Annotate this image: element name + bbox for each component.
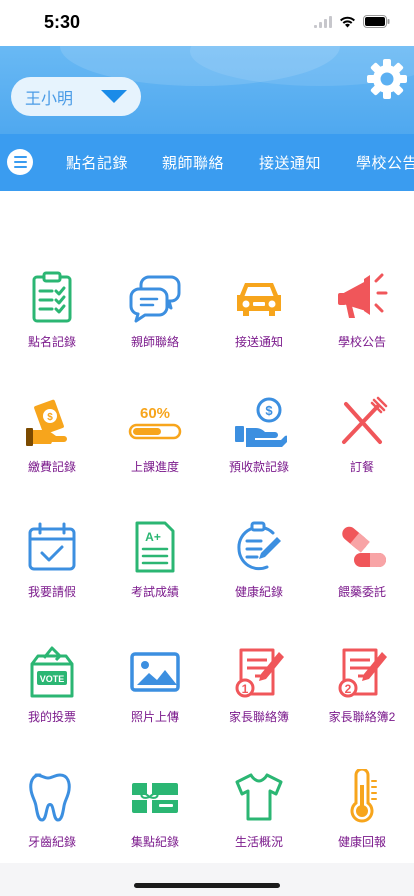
grid-item-contact-book[interactable]: 1 家長聯絡簿 xyxy=(207,644,311,725)
grid-item-announcements[interactable]: 學校公告 xyxy=(310,269,414,350)
progress-bar-icon: 60% xyxy=(128,405,182,440)
photo-icon xyxy=(130,652,180,692)
grid-item-dental[interactable]: 牙齒紀錄 xyxy=(0,769,104,850)
grid-item-label: 健康回報 xyxy=(337,835,386,849)
gift-card-icon xyxy=(132,783,178,813)
grid-item-label: 家長聯絡簿 xyxy=(228,710,289,724)
tshirt-icon xyxy=(235,773,283,821)
status-icons xyxy=(314,15,390,28)
nav-tab-attendance[interactable]: 點名記錄 xyxy=(66,152,128,173)
grid-item-contact-book-2[interactable]: 2 家長聯絡簿2 xyxy=(310,644,414,725)
home-indicator[interactable] xyxy=(134,883,280,888)
grid-item-label: 預收款記錄 xyxy=(228,460,289,474)
grid-item-label: 上課進度 xyxy=(130,460,179,474)
grid-item-label: 健康紀錄 xyxy=(234,585,283,599)
grid-item-label: 照片上傳 xyxy=(130,710,179,724)
signal-icon xyxy=(314,15,332,28)
student-selector[interactable]: 王小明 xyxy=(11,77,141,116)
grid-item-label: 餵藥委託 xyxy=(337,585,386,599)
grid-item-leave-request[interactable]: 我要請假 xyxy=(0,519,104,600)
grid-item-daily-life[interactable]: 生活概況 xyxy=(207,769,311,850)
grid-item-label: 我的投票 xyxy=(27,710,76,724)
contact-book-2-icon: 2 xyxy=(338,648,387,698)
pill-capsule-icon xyxy=(342,526,386,567)
grid-item-label: 接送通知 xyxy=(234,335,283,349)
student-name: 王小明 xyxy=(25,90,74,108)
battery-icon xyxy=(363,15,390,28)
header: 王小明 xyxy=(0,46,414,134)
tooth-icon xyxy=(29,773,71,822)
contact-book-1-icon: 1 xyxy=(235,648,284,698)
grid-item-label: 生活概況 xyxy=(234,835,283,849)
grid-item-exam-scores[interactable]: A+ 考試成績 xyxy=(103,519,207,600)
svg-text:60%: 60% xyxy=(140,405,170,422)
grid-item-my-vote[interactable]: VOTE 我的投票 xyxy=(0,644,104,725)
grid-item-health-report[interactable]: 健康回報 xyxy=(310,769,414,850)
chat-bubbles-icon xyxy=(129,275,181,323)
bottom-bar xyxy=(0,863,414,896)
grid-item-health-records[interactable]: 健康紀錄 xyxy=(207,519,311,600)
svg-text:1: 1 xyxy=(242,682,249,696)
clipboard-checklist-icon xyxy=(32,271,72,323)
thermometer-icon xyxy=(350,769,377,823)
grid-item-label: 集點紀錄 xyxy=(130,835,179,849)
vote-box-icon: VOTE xyxy=(30,646,74,698)
money-hand-icon: $ xyxy=(26,399,67,446)
fork-knife-icon xyxy=(342,396,388,444)
status-time: 5:30 xyxy=(44,12,81,32)
grid-item-label: 家長聯絡簿2 xyxy=(328,710,396,724)
grid-item-label: 點名記錄 xyxy=(27,335,76,349)
grid-item-label: 牙齒紀錄 xyxy=(27,835,76,849)
grid-item-points[interactable]: 集點紀錄 xyxy=(103,769,207,850)
svg-text:$: $ xyxy=(265,403,273,418)
grid-item-prepaid[interactable]: $ 預收款記錄 xyxy=(207,394,311,475)
svg-text:A+: A+ xyxy=(145,530,161,544)
feature-grid: 點名記錄 親師聯絡 接送通知 學校公告 $ 繳費記錄 60% 上課進度 $ 預收… xyxy=(0,195,414,863)
grid-item-label: 訂餐 xyxy=(349,460,374,474)
gear-icon[interactable] xyxy=(366,58,408,100)
calendar-check-icon xyxy=(28,522,76,571)
prepaid-coin-hand-icon: $ xyxy=(235,397,287,447)
grid-item-meal-order[interactable]: 訂餐 xyxy=(310,394,414,475)
grid-item-progress[interactable]: 60% 上課進度 xyxy=(103,394,207,475)
health-clipboard-icon xyxy=(237,521,281,571)
grid-item-attendance[interactable]: 點名記錄 xyxy=(0,269,104,350)
grid-item-payments[interactable]: $ 繳費記錄 xyxy=(0,394,104,475)
nav-tab-announcements[interactable]: 學校公告 xyxy=(356,152,414,173)
grid-item-pickup[interactable]: 接送通知 xyxy=(207,269,311,350)
grid-item-parent-teacher[interactable]: 親師聯絡 xyxy=(103,269,207,350)
grid-item-label: 繳費記錄 xyxy=(27,460,76,474)
grid-item-label: 親師聯絡 xyxy=(130,335,179,349)
car-icon xyxy=(237,283,281,316)
nav-tab-parent-teacher[interactable]: 親師聯絡 xyxy=(162,152,224,173)
svg-text:VOTE: VOTE xyxy=(40,674,65,684)
grade-sheet-icon: A+ xyxy=(135,521,175,573)
grid-item-photo-upload[interactable]: 照片上傳 xyxy=(103,644,207,725)
wifi-icon xyxy=(340,16,355,27)
chevron-down-icon xyxy=(101,90,127,103)
grid-item-label: 學校公告 xyxy=(337,335,386,349)
status-bar: 5:30 xyxy=(0,0,414,46)
svg-text:$: $ xyxy=(47,412,53,423)
grid-item-medication[interactable]: 餵藥委託 xyxy=(310,519,414,600)
menu-button[interactable] xyxy=(7,149,33,175)
nav-tab-pickup[interactable]: 接送通知 xyxy=(259,152,321,173)
quick-nav: 點名記錄 親師聯絡 接送通知 學校公告 xyxy=(0,134,414,191)
grid-item-label: 考試成績 xyxy=(130,585,179,599)
megaphone-icon xyxy=(338,273,388,318)
svg-text:2: 2 xyxy=(345,682,352,696)
grid-item-label: 我要請假 xyxy=(27,585,76,599)
